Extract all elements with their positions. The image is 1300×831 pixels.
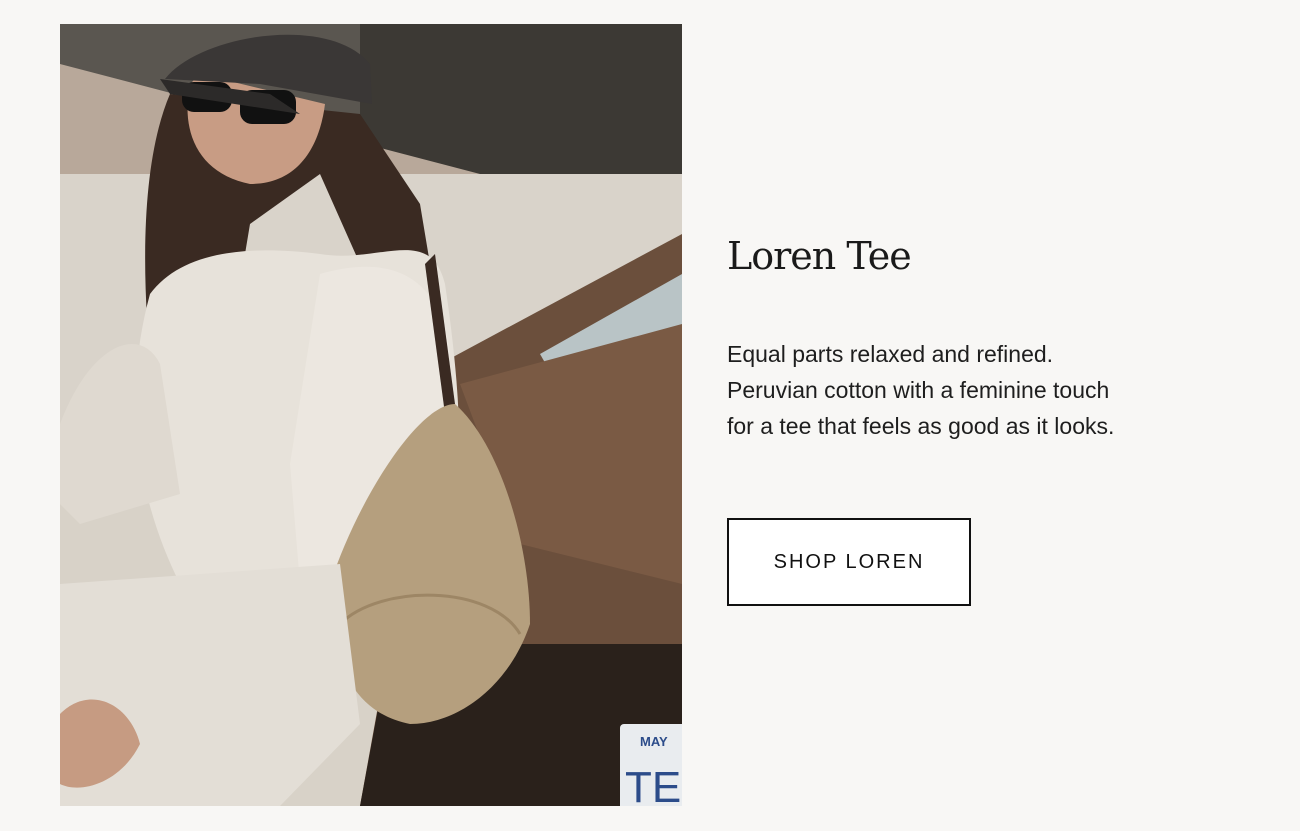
product-description: Equal parts relaxed and refined. Peruvia… bbox=[727, 336, 1267, 444]
description-line: for a tee that feels as good as it looks… bbox=[727, 413, 1115, 439]
description-line: Peruvian cotton with a feminine touch bbox=[727, 377, 1110, 403]
plate-letters: TE bbox=[625, 763, 681, 806]
product-lifestyle-photo[interactable]: MAY TE bbox=[60, 24, 682, 806]
promo-section: MAY TE Loren Tee Equal parts relaxed and… bbox=[0, 0, 1300, 831]
product-copy: Loren Tee Equal parts relaxed and refine… bbox=[727, 228, 1267, 444]
photo-illustration: MAY TE bbox=[60, 24, 682, 806]
description-line: Equal parts relaxed and refined. bbox=[727, 341, 1054, 367]
plate-text: MAY bbox=[640, 734, 668, 749]
product-title: Loren Tee bbox=[727, 234, 912, 278]
shop-loren-button[interactable]: SHOP LOREN bbox=[727, 518, 971, 606]
